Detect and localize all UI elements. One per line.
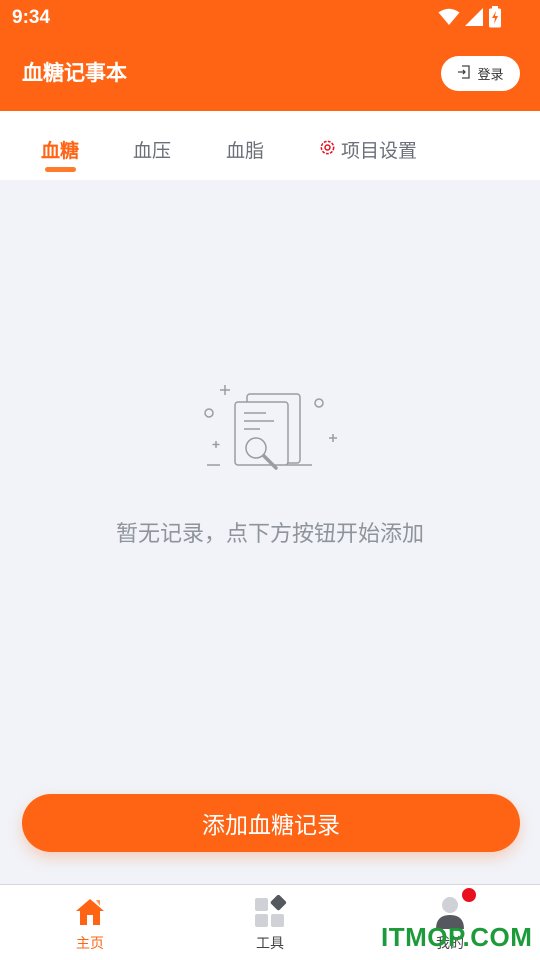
nav-label: 工具	[256, 936, 284, 952]
document-search-icon	[200, 380, 342, 474]
app-title: 血糖记事本	[22, 61, 127, 85]
status-time: 9:34	[12, 7, 51, 28]
add-record-button[interactable]: 添加血糖记录	[22, 794, 520, 852]
tab-label: 血脂	[226, 140, 265, 162]
gear-icon	[318, 138, 337, 162]
tools-icon	[253, 894, 287, 929]
signal-icon	[464, 7, 484, 31]
tab-label: 血压	[133, 140, 172, 162]
watermark: ITMOP.COM	[381, 922, 533, 952]
tab-label: 血糖	[41, 140, 80, 162]
wifi-icon	[438, 8, 460, 30]
login-icon	[457, 64, 471, 83]
login-button[interactable]: 登录	[441, 56, 520, 91]
home-icon	[73, 895, 107, 929]
tab-project-settings[interactable]: 项目设置	[318, 136, 417, 163]
tab-blood-sugar[interactable]: 血糖	[41, 136, 79, 163]
tab-blood-pressure[interactable]: 血压	[133, 136, 171, 163]
active-tab-indicator	[45, 167, 76, 172]
app-header: 9:34 血糖记事本 登录	[0, 0, 540, 111]
nav-home[interactable]: 主页	[50, 895, 130, 953]
tab-label: 项目设置	[341, 140, 418, 162]
battery-charging-icon	[488, 6, 502, 32]
notification-badge	[462, 888, 476, 902]
tab-blood-lipid[interactable]: 血脂	[226, 136, 264, 163]
nav-tools[interactable]: 工具	[230, 894, 310, 953]
status-icons	[438, 6, 502, 32]
login-label: 登录	[477, 68, 504, 83]
empty-message: 暂无记录，点下方按钮开始添加	[115, 522, 424, 547]
nav-label: 主页	[76, 936, 104, 952]
tab-bar: 血糖 血压 血脂 项目设置	[0, 111, 540, 180]
